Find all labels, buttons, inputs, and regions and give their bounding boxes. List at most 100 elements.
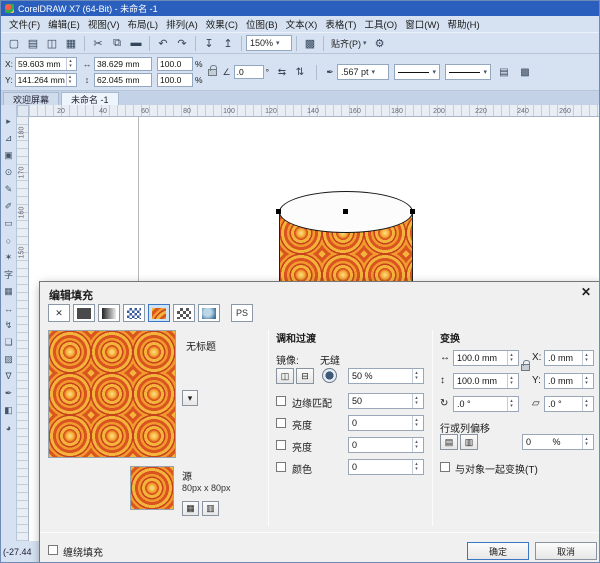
spinner-icon[interactable] bbox=[507, 374, 515, 388]
ruler-origin-corner[interactable] bbox=[17, 105, 29, 117]
close-icon[interactable]: ✕ bbox=[581, 285, 591, 299]
drop-shadow-tool[interactable]: ❏ bbox=[2, 336, 15, 349]
tab-welcome-screen[interactable]: 欢迎屏幕 bbox=[3, 92, 59, 105]
mirror-vertical-button[interactable]: ⇅ bbox=[292, 65, 308, 79]
edge-match-field[interactable]: 50 bbox=[348, 393, 424, 409]
rotation-angle-field[interactable]: .0 bbox=[234, 65, 264, 79]
save-icon[interactable]: ◫ bbox=[43, 34, 61, 52]
postscript-fill-button[interactable]: PS bbox=[231, 304, 253, 322]
column-offset-button[interactable]: ▥ bbox=[460, 434, 478, 450]
to-front-icon[interactable]: ▩ bbox=[517, 65, 533, 79]
transparency-tool[interactable]: ▨ bbox=[2, 353, 15, 366]
crop-tool[interactable]: ▣ bbox=[2, 149, 15, 162]
line-style-combo[interactable] bbox=[445, 64, 491, 80]
menu-item-effects[interactable]: 效果(C) bbox=[202, 16, 242, 32]
table-tool[interactable]: ▦ bbox=[2, 285, 15, 298]
wrap-fill-checkbox[interactable] bbox=[48, 545, 58, 555]
fill-tool[interactable]: ◧ bbox=[2, 404, 15, 417]
row-offset-button[interactable]: ▤ bbox=[440, 434, 458, 450]
menu-item-window[interactable]: 窗口(W) bbox=[401, 16, 443, 32]
mirror-horizontal-tile-button[interactable]: ◫ bbox=[276, 368, 294, 384]
offset-percent-field[interactable]: 0% bbox=[522, 434, 594, 450]
artistic-media-tool[interactable]: ✐ bbox=[2, 200, 15, 213]
cancel-button[interactable]: 取消 bbox=[535, 542, 597, 560]
import-icon[interactable]: ↧ bbox=[200, 34, 218, 52]
wireframe-icon[interactable]: ▤ bbox=[496, 65, 512, 79]
menu-item-layout[interactable]: 布局(L) bbox=[123, 16, 162, 32]
cut-icon[interactable]: ✂ bbox=[89, 34, 107, 52]
menu-item-arrange[interactable]: 排列(A) bbox=[162, 16, 202, 32]
spinner-icon[interactable] bbox=[582, 374, 590, 388]
source-from-file-button[interactable]: ▥ bbox=[202, 501, 219, 516]
source-swatch[interactable] bbox=[130, 466, 174, 510]
menu-item-view[interactable]: 视图(V) bbox=[84, 16, 124, 32]
freehand-tool[interactable]: ✎ bbox=[2, 183, 15, 196]
mirror-horizontal-button[interactable]: ⇆ bbox=[274, 65, 290, 79]
spinner-icon[interactable] bbox=[582, 351, 590, 365]
tab-untitled-document[interactable]: 未命名 -1 bbox=[61, 92, 119, 105]
x-position-field[interactable]: 59.603 mm bbox=[15, 57, 77, 71]
menu-item-tools[interactable]: 工具(O) bbox=[360, 16, 401, 32]
no-fill-button[interactable]: ✕ bbox=[48, 304, 70, 322]
object-height-field[interactable]: 62.045 mm bbox=[94, 73, 152, 87]
menu-item-text[interactable]: 文本(X) bbox=[282, 16, 322, 32]
spinner-icon[interactable] bbox=[582, 435, 590, 449]
selection-handle-center[interactable] bbox=[343, 209, 348, 214]
lock-tile-ratio-icon[interactable] bbox=[521, 364, 530, 371]
outline-pen-tool[interactable]: ✒ bbox=[2, 387, 15, 400]
line-style-combo[interactable] bbox=[394, 64, 440, 80]
brightness-checkbox[interactable] bbox=[276, 418, 286, 428]
options-gear-icon[interactable]: ⚙ bbox=[371, 34, 389, 52]
vertical-ruler[interactable]: 180 170 160 150 bbox=[17, 117, 29, 541]
polygon-tool[interactable]: ✶ bbox=[2, 251, 15, 264]
ok-button[interactable]: 确定 bbox=[467, 542, 529, 560]
connector-tool[interactable]: ↯ bbox=[2, 319, 15, 332]
texture-fill-button[interactable] bbox=[198, 304, 220, 322]
tile-width-field[interactable]: 100.0 mm bbox=[453, 350, 519, 366]
spinner-icon[interactable] bbox=[582, 397, 590, 411]
source-from-document-button[interactable]: ▦ bbox=[182, 501, 199, 516]
print-icon[interactable]: ▦ bbox=[62, 34, 80, 52]
text-tool[interactable]: 字 bbox=[2, 268, 15, 281]
spinner-icon[interactable] bbox=[412, 369, 420, 383]
luminance-field[interactable]: 0 bbox=[348, 437, 424, 453]
interactive-fill-tool[interactable]: ◕ bbox=[2, 421, 15, 434]
spinner-icon[interactable] bbox=[412, 460, 420, 474]
spinner-icon[interactable] bbox=[66, 58, 74, 70]
radial-blend-button[interactable] bbox=[322, 368, 337, 383]
offset-y-field[interactable]: .0 mm bbox=[544, 373, 594, 389]
lock-ratio-icon[interactable] bbox=[208, 69, 217, 76]
skew-field[interactable]: .0 ° bbox=[544, 396, 594, 412]
outline-width-combo[interactable]: .567 pt bbox=[337, 64, 389, 80]
menu-item-bitmaps[interactable]: 位图(B) bbox=[242, 16, 282, 32]
bitmap-pattern-fill-button[interactable] bbox=[148, 304, 170, 322]
color-eyedropper-tool[interactable]: ∇ bbox=[2, 370, 15, 383]
tile-height-field[interactable]: 100.0 mm bbox=[453, 373, 519, 389]
zoom-tool[interactable]: ⊙ bbox=[2, 166, 15, 179]
color-checkbox[interactable] bbox=[276, 462, 286, 472]
uniform-fill-button[interactable] bbox=[73, 304, 95, 322]
brightness-field[interactable]: 0 bbox=[348, 415, 424, 431]
spinner-icon[interactable] bbox=[412, 438, 420, 452]
color-field[interactable]: 0 bbox=[348, 459, 424, 475]
copy-icon[interactable]: ⧉ bbox=[108, 34, 126, 52]
two-color-pattern-fill-button[interactable] bbox=[173, 304, 195, 322]
redo-icon[interactable]: ↷ bbox=[173, 34, 191, 52]
selection-handle-right[interactable] bbox=[410, 209, 415, 214]
snap-to-dropdown[interactable]: 贴齐(P) bbox=[328, 35, 370, 51]
pattern-picker-dropdown[interactable]: ▾ bbox=[182, 390, 198, 406]
luminance-checkbox[interactable] bbox=[276, 440, 286, 450]
undo-icon[interactable]: ↶ bbox=[154, 34, 172, 52]
paste-icon[interactable]: ▬ bbox=[127, 34, 145, 52]
rectangle-tool[interactable]: ▭ bbox=[2, 217, 15, 230]
seamless-amount-field[interactable]: 50 % bbox=[348, 368, 424, 384]
fountain-fill-button[interactable] bbox=[98, 304, 120, 322]
spinner-icon[interactable] bbox=[507, 351, 515, 365]
pick-tool[interactable]: ▸ bbox=[2, 115, 15, 128]
menu-item-table[interactable]: 表格(T) bbox=[321, 16, 360, 32]
horizontal-ruler[interactable]: 20 40 60 80 100 120 140 160 180 200 220 … bbox=[29, 105, 599, 117]
spinner-icon[interactable] bbox=[507, 397, 515, 411]
open-icon[interactable]: ▤ bbox=[24, 34, 42, 52]
spinner-icon[interactable] bbox=[66, 74, 74, 86]
application-launcher-icon[interactable]: ▩ bbox=[301, 34, 319, 52]
